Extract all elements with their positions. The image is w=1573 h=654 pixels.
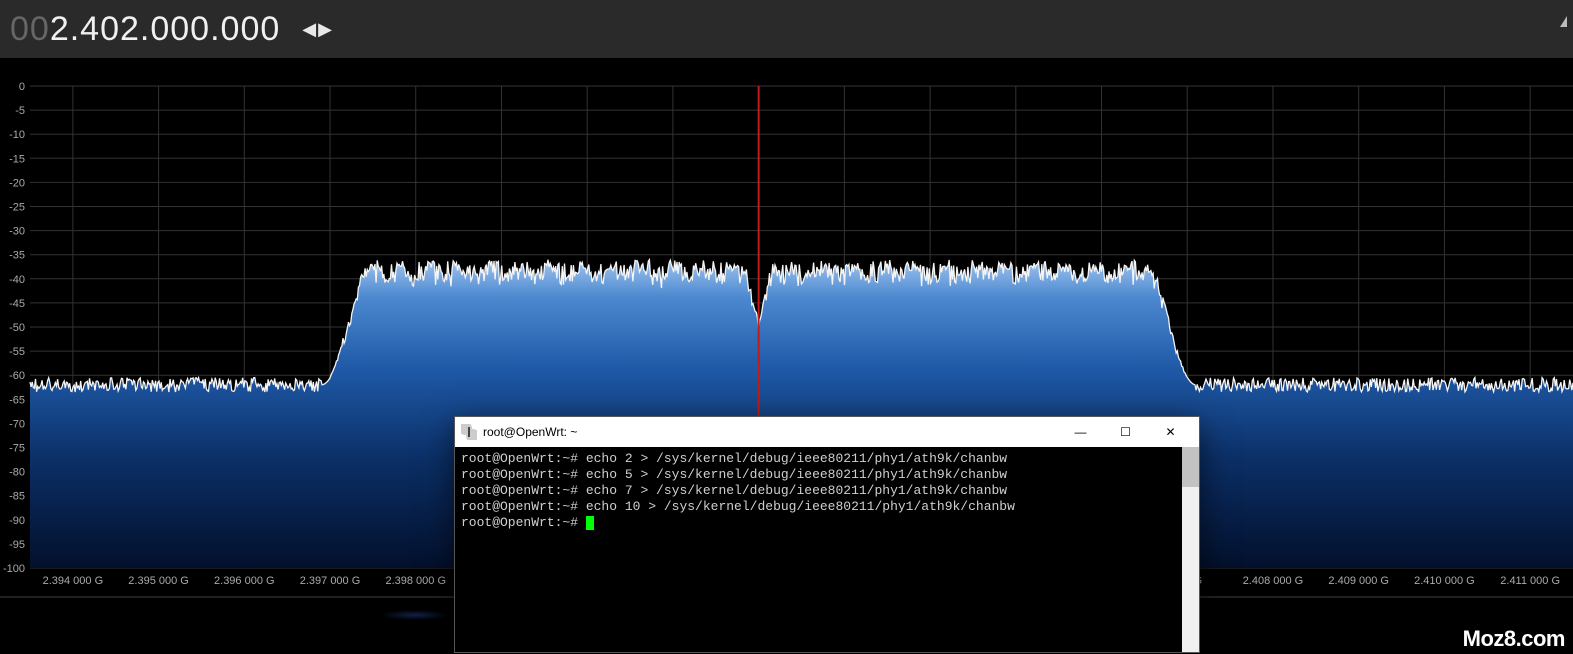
y-tick-label: -10 <box>9 129 25 141</box>
x-tick-label: 2.394 000 G <box>43 575 104 587</box>
putty-terminal-window[interactable]: root@OpenWrt: ~ — ☐ ✕ root@OpenWrt:~# ec… <box>454 416 1200 653</box>
x-tick-label: 2.411 000 G <box>1500 575 1560 587</box>
y-tick-label: -90 <box>9 515 25 527</box>
y-tick-label: -55 <box>9 346 25 358</box>
x-tick-label: 2.395 000 G <box>128 575 189 587</box>
y-tick-label: -45 <box>9 298 25 310</box>
y-tick-label: 0 <box>19 81 25 93</box>
terminal-scrollbar[interactable] <box>1182 447 1199 652</box>
frequency-leading-zeros: 00 <box>10 10 50 48</box>
y-tick-label: -80 <box>9 467 25 479</box>
x-tick-label: 2.409 000 G <box>1328 575 1389 587</box>
center-frequency-display[interactable]: 002.402.000.000 <box>10 10 280 49</box>
x-tick-label: 2.397 000 G <box>300 575 361 587</box>
terminal-cursor <box>586 516 594 530</box>
y-tick-label: -30 <box>9 226 25 238</box>
maximize-button[interactable]: ☐ <box>1103 417 1148 447</box>
putty-icon <box>461 424 477 440</box>
freq-step-left-icon[interactable]: ◀ <box>302 19 316 40</box>
y-tick-label: -25 <box>9 202 25 214</box>
x-tick-label: 2.398 000 G <box>385 575 446 587</box>
y-tick-label: -85 <box>9 491 25 503</box>
x-tick-label: 2.408 000 G <box>1243 575 1304 587</box>
window-buttons: — ☐ ✕ <box>1058 417 1193 447</box>
freq-step-right-icon[interactable]: ▶ <box>318 19 332 40</box>
frequency-toolbar: 002.402.000.000 ◀ ▶ <box>0 0 1573 58</box>
y-tick-label: -40 <box>9 274 25 286</box>
watermark-text: Moz8.com <box>1463 626 1565 652</box>
y-tick-label: -70 <box>9 418 25 430</box>
terminal-line: root@OpenWrt:~# echo 10 > /sys/kernel/de… <box>461 499 1193 515</box>
waterfall-smudge <box>380 610 450 620</box>
x-tick-label: 2.410 000 G <box>1414 575 1475 587</box>
y-tick-label: -50 <box>9 322 25 334</box>
terminal-scrollbar-thumb[interactable] <box>1182 447 1199 487</box>
x-tick-label: 2.396 000 G <box>214 575 275 587</box>
y-tick-label: -15 <box>9 153 25 165</box>
y-tick-label: -100 <box>3 563 25 575</box>
terminal-line: root@OpenWrt:~# echo 2 > /sys/kernel/deb… <box>461 451 1193 467</box>
y-tick-label: -5 <box>15 105 25 117</box>
y-tick-label: -95 <box>9 539 25 551</box>
y-tick-label: -65 <box>9 394 25 406</box>
terminal-titlebar[interactable]: root@OpenWrt: ~ — ☐ ✕ <box>455 417 1199 447</box>
terminal-body[interactable]: root@OpenWrt:~# echo 2 > /sys/kernel/deb… <box>455 447 1199 652</box>
terminal-line: root@OpenWrt:~# echo 7 > /sys/kernel/deb… <box>461 483 1193 499</box>
minimize-button[interactable]: — <box>1058 417 1103 447</box>
y-tick-label: -20 <box>9 177 25 189</box>
y-tick-label: -35 <box>9 250 25 262</box>
close-button[interactable]: ✕ <box>1148 417 1193 447</box>
terminal-line: root@OpenWrt:~# echo 5 > /sys/kernel/deb… <box>461 467 1193 483</box>
frequency-value: 2.402.000.000 <box>50 10 280 48</box>
terminal-line: root@OpenWrt:~# <box>461 515 1193 531</box>
frequency-step-control[interactable]: ◀ ▶ <box>302 19 332 40</box>
corner-indicator-icon <box>1560 16 1567 27</box>
y-tick-label: -75 <box>9 443 25 455</box>
terminal-title: root@OpenWrt: ~ <box>483 425 1058 439</box>
y-tick-label: -60 <box>9 370 25 382</box>
